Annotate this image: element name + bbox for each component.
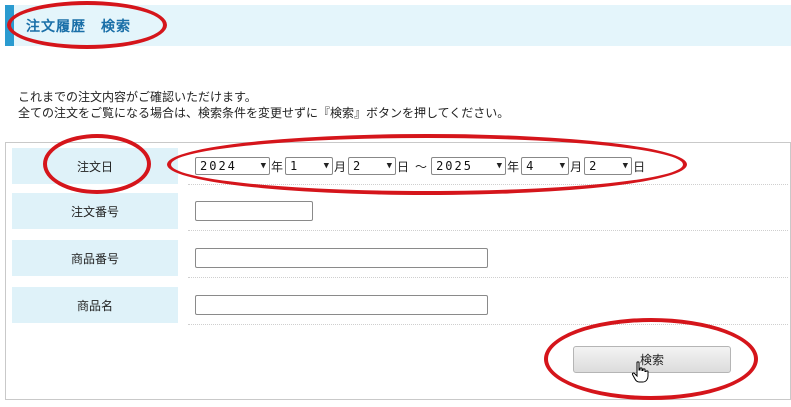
product-name-input[interactable]	[195, 295, 488, 315]
row-divider	[188, 277, 788, 278]
order-number-label: 注文番号	[12, 193, 178, 229]
product-number-label: 商品番号	[12, 240, 178, 276]
product-number-input[interactable]	[195, 248, 488, 268]
annotation-circle-search-button	[544, 318, 758, 400]
intro-text: これまでの注文内容がご確認いただけます。 全ての注文をご覧になる場合は、検索条件…	[18, 89, 509, 121]
annotation-circle-date-label	[43, 134, 151, 194]
intro-line-2: 全ての注文をご覧になる場合は、検索条件を変更せずに『検索』ボタンを押してください…	[18, 106, 510, 120]
intro-line-1: これまでの注文内容がご確認いただけます。	[18, 90, 257, 104]
order-number-input[interactable]	[195, 201, 313, 221]
annotation-circle-title	[7, 1, 167, 49]
product-name-label: 商品名	[12, 287, 178, 323]
annotation-circle-date-range	[167, 134, 687, 195]
row-divider	[188, 230, 788, 231]
